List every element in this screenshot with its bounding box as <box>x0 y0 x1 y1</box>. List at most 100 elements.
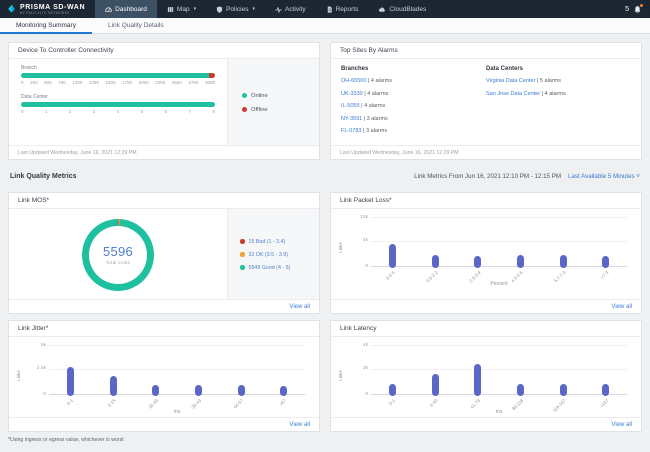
site-row: NY-3591 | 3 alarms <box>341 116 486 122</box>
offline-dot-icon <box>242 107 247 112</box>
axis-tick: 500 <box>44 80 52 85</box>
nav-cloudblades[interactable]: CloudBlades <box>368 0 436 18</box>
link-mos-title: Link MOS* <box>9 193 319 209</box>
axis-tick: 1750 <box>122 80 132 85</box>
section-title: Link Quality Metrics <box>10 173 77 180</box>
prisma-logo[interactable]: PRISMA SD-WAN BY PALO ALTO NETWORKS <box>0 0 95 18</box>
online-dot-icon <box>242 93 247 98</box>
site-link[interactable]: Virginia Data Center <box>486 78 535 84</box>
top-sites-card: Top Sites By Alarms Branches OH-65500 | … <box>330 42 642 160</box>
site-link[interactable]: NY-3591 <box>341 116 362 122</box>
legend-dot-icon <box>240 265 245 270</box>
x-tick-label: >7.3 <box>599 270 609 280</box>
notification-bell-icon[interactable] <box>633 5 642 14</box>
connectivity-title: Device To Controller Connectivity <box>9 43 319 59</box>
site-link[interactable]: San Jose Data Center <box>486 91 540 97</box>
branches-list: OH-65500 | 4 alarmsUK-3330 | 4 alarmsIL-… <box>341 78 486 134</box>
jitter-chart: Links 5k2.5k0 0-12-1516-2930-4344-57>57 … <box>9 337 319 415</box>
axis-tick: 8 <box>212 109 215 114</box>
bar-2-15[interactable] <box>110 376 117 396</box>
bar-0-0.5[interactable] <box>389 244 396 268</box>
range-selector-dropdown[interactable]: Last Available 5 Minutes ˅ <box>568 173 640 180</box>
axis-tick: 1250 <box>89 80 99 85</box>
latency-view-all-link[interactable]: View all <box>331 417 641 431</box>
axis-tick: 1500 <box>105 80 115 85</box>
tab-link-quality-details[interactable]: Link Quality Details <box>92 18 180 33</box>
bar-41-79[interactable] <box>474 364 481 396</box>
axis-tick: 750 <box>58 80 66 85</box>
branches-header: Branches <box>341 66 486 72</box>
branch-bar[interactable] <box>21 73 215 78</box>
online-segment <box>21 73 209 78</box>
mos-donut-chart[interactable]: 5596 Total Links <box>82 219 154 291</box>
nav-activity-label: Activity <box>285 6 306 13</box>
y-tick: 2k <box>363 366 368 371</box>
y-tick: 4k <box>363 343 368 348</box>
connectivity-card: Device To Controller Connectivity Branch… <box>8 42 320 160</box>
top-sites-body: Branches OH-65500 | 4 alarmsUK-3330 | 4 … <box>331 59 641 141</box>
data-centers-column: Data Centers Virginia Data Center | 5 al… <box>486 66 631 141</box>
x-tick-label: 2-40 <box>429 398 439 408</box>
connectivity-legend: OnlineOffline <box>227 59 319 146</box>
legend-label: Offline <box>251 107 268 113</box>
site-link[interactable]: OH-65500 <box>341 78 366 84</box>
x-tick-label: >57 <box>278 398 287 407</box>
axis-tick: 3000 <box>205 80 215 85</box>
mos-view-all-link[interactable]: View all <box>9 299 319 313</box>
x-tick-label: 41-79 <box>470 398 482 410</box>
site-link[interactable]: IL-5055 <box>341 103 360 109</box>
data-center-bar[interactable] <box>21 102 215 107</box>
cloud-icon <box>378 6 386 13</box>
donut-center: 5596 Total Links <box>82 219 154 291</box>
site-row: FL-0783 | 3 alarms <box>341 128 486 134</box>
y-axis-ticks: 4k 2k 0 <box>357 345 371 395</box>
mos-legend-row[interactable]: 5549 Good (4 - 5) <box>240 265 319 271</box>
x-tick-label: 44-57 <box>233 398 245 410</box>
total-links-label: Total Links <box>106 260 130 265</box>
packet-loss-view-all-link[interactable]: View all <box>331 299 641 313</box>
metrics-range-text: Link Metrics From Jun 16, 2021 12:10 PM … <box>414 173 561 180</box>
chevron-down-icon: ▾ <box>253 6 256 12</box>
axis-tick: 2000 <box>139 80 149 85</box>
site-row: UK-3330 | 4 alarms <box>341 91 486 97</box>
tab-monitoring-summary[interactable]: Monitoring Summary <box>0 18 92 33</box>
legend-label: 32 OK (3.5 - 3.9) <box>249 252 288 258</box>
link-jitter-card: Link Jitter* Links 5k2.5k0 0-12-1516-293… <box>8 320 320 432</box>
pulse-icon <box>275 6 282 13</box>
bar-0-1[interactable] <box>67 367 74 396</box>
axis-tick: 0 <box>21 80 24 85</box>
nav-cloudblades-label: CloudBlades <box>389 6 426 13</box>
top-sites-title: Top Sites By Alarms <box>331 43 641 59</box>
y-tick: 2.5k <box>37 366 46 371</box>
shield-icon <box>216 6 223 13</box>
legend-dot-icon <box>240 252 245 257</box>
data-centers-header: Data Centers <box>486 66 631 72</box>
mos-legend-row[interactable]: 15 Bad (1 - 3.4) <box>240 239 319 245</box>
site-row: San Jose Data Center | 4 alarms <box>486 91 631 97</box>
nav-policies[interactable]: Policies ▾ <box>206 0 265 18</box>
plot-area <box>371 217 627 267</box>
mos-legend-row[interactable]: 32 OK (3.5 - 3.9) <box>240 252 319 258</box>
jitter-view-all-link[interactable]: View all <box>9 417 319 431</box>
site-link[interactable]: FL-0783 <box>341 128 362 134</box>
nav-map[interactable]: Map ▾ <box>157 0 206 18</box>
site-link[interactable]: UK-3330 <box>341 91 363 97</box>
x-tick-label: 0.6-2.2 <box>425 270 438 283</box>
range-wrap: Link Metrics From Jun 16, 2021 12:10 PM … <box>414 173 640 180</box>
nav-activity[interactable]: Activity <box>265 0 316 18</box>
document-icon <box>326 6 333 13</box>
top-sites-last-updated: Last Updated Wednesday, June 16, 2021 12… <box>331 145 641 159</box>
y-axis-title: Links <box>338 370 343 381</box>
link-jitter-title: Link Jitter* <box>9 321 319 337</box>
nav-dashboard[interactable]: Dashboard <box>95 0 157 18</box>
donut-zone: 5596 Total Links <box>9 209 227 300</box>
chevron-down-icon: ˅ <box>636 173 640 180</box>
axis-tick: 1 <box>45 109 48 114</box>
bar-2-40[interactable] <box>432 374 439 396</box>
x-tick-label: 2.3-3.9 <box>468 270 481 283</box>
nav-reports[interactable]: Reports <box>316 0 369 18</box>
dashboard-icon <box>105 6 112 13</box>
tab-bar: Monitoring Summary Link Quality Details <box>0 18 650 34</box>
prisma-logo-icon <box>7 0 16 18</box>
y-tick: 0 <box>365 392 368 397</box>
